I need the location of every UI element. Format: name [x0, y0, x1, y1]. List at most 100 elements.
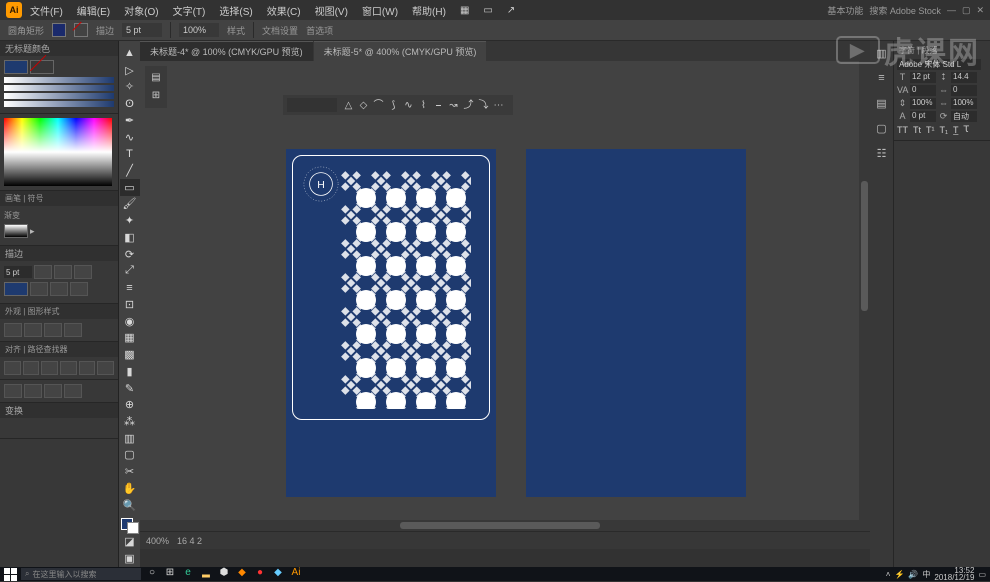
- curve8-icon[interactable]: ⤴: [461, 98, 476, 113]
- kerning-field[interactable]: 0: [910, 85, 936, 96]
- floating-curvature-bar[interactable]: △ ◇ ⌒ ⟆ ∿ ⌇ ⎯ ↝ ⤴ ⤵ ⋯: [283, 95, 513, 115]
- menu-window[interactable]: 窗口(W): [356, 1, 404, 20]
- style-label[interactable]: 样式: [227, 24, 245, 37]
- taskview-icon[interactable]: ⊞: [163, 567, 177, 581]
- join-miter[interactable]: [30, 282, 48, 296]
- menu-view[interactable]: 视图(V): [309, 1, 354, 20]
- stroke-fill[interactable]: [4, 282, 28, 296]
- curve9-icon[interactable]: ⤵: [476, 98, 491, 113]
- rotate-tool-icon[interactable]: ⟳: [120, 246, 140, 263]
- gradient-preview[interactable]: [4, 224, 28, 238]
- menu-effect[interactable]: 效果(C): [261, 1, 307, 20]
- edge-icon[interactable]: e: [181, 567, 195, 581]
- magic-wand-tool-icon[interactable]: ✧: [120, 78, 140, 95]
- curve4-icon[interactable]: ∿: [401, 98, 416, 113]
- selection-tool-icon[interactable]: ▲: [120, 45, 140, 62]
- zoom-field[interactable]: 400%: [146, 536, 169, 546]
- vertical-scrollbar[interactable]: [859, 61, 870, 531]
- opacity-field[interactable]: 100%: [179, 23, 219, 37]
- triangle-icon[interactable]: ▸: [30, 226, 35, 237]
- scale-tool-icon[interactable]: ⤢: [120, 263, 140, 280]
- rotate-field[interactable]: 自动: [951, 111, 977, 122]
- intersect-icon[interactable]: [44, 384, 62, 398]
- artboard-1[interactable]: H: [286, 149, 496, 497]
- menu-file[interactable]: 文件(F): [24, 1, 69, 20]
- screen-mode-icon[interactable]: ▣: [120, 550, 140, 567]
- doc-setup-button[interactable]: 文档设置: [262, 24, 298, 37]
- type-tool-icon[interactable]: T: [120, 145, 140, 162]
- assets-icon[interactable]: ☷: [874, 147, 890, 163]
- window-close-icon[interactable]: ✕: [976, 5, 984, 16]
- menu-help[interactable]: 帮助(H): [406, 1, 452, 20]
- brush-tool-icon[interactable]: 🖌: [120, 196, 140, 213]
- stroke-swatch[interactable]: [74, 23, 88, 37]
- hscale-field[interactable]: 100%: [951, 98, 977, 109]
- curve5-icon[interactable]: ⌇: [416, 98, 431, 113]
- stroke-chip[interactable]: [30, 60, 54, 74]
- notifications-icon[interactable]: ▭: [978, 570, 986, 579]
- strike-icon[interactable]: Ꚍ: [964, 124, 970, 135]
- stroke-weight-field[interactable]: 5 pt: [122, 23, 162, 37]
- app2-icon[interactable]: ●: [253, 567, 267, 581]
- curve3-icon[interactable]: ⟆: [386, 98, 401, 113]
- stock-search[interactable]: 搜索 Adobe Stock: [869, 4, 941, 17]
- anchor-icon[interactable]: △: [341, 98, 356, 113]
- shaper-tool-icon[interactable]: ✦: [120, 212, 140, 229]
- align-right-icon[interactable]: [41, 361, 58, 375]
- fx2[interactable]: [24, 323, 42, 337]
- float-icon-1[interactable]: ▤: [145, 69, 167, 87]
- start-button[interactable]: [4, 568, 17, 581]
- artboard-tool-icon[interactable]: ▢: [120, 447, 140, 464]
- subscript-icon[interactable]: T₁: [940, 125, 949, 135]
- curve1-icon[interactable]: ◇: [356, 98, 371, 113]
- horizontal-scrollbar[interactable]: [140, 520, 859, 531]
- menu-select[interactable]: 选择(S): [213, 1, 258, 20]
- workspace-label[interactable]: 基本功能: [827, 4, 863, 17]
- taskbar-search[interactable]: ⌕ 在这里输入以搜索: [21, 568, 141, 580]
- gradient-tool-icon[interactable]: ▮: [120, 363, 140, 380]
- stroke-panel-header[interactable]: 描边: [0, 246, 118, 261]
- rectangle-tool-icon[interactable]: ▭: [120, 179, 140, 196]
- font-size-field[interactable]: 12 pt: [910, 72, 936, 83]
- cap-round[interactable]: [54, 265, 72, 279]
- align-hcenter-icon[interactable]: [23, 361, 40, 375]
- tab-doc1[interactable]: 未标题-4* @ 100% (CMYK/GPU 预览): [140, 41, 313, 61]
- hand-tool-icon[interactable]: ✋: [120, 480, 140, 497]
- layers-icon[interactable]: ▤: [874, 97, 890, 113]
- mesh-tool-icon[interactable]: ▩: [120, 346, 140, 363]
- brush-tab[interactable]: 画笔 | 符号: [5, 193, 44, 204]
- free-transform-icon[interactable]: ⊡: [120, 296, 140, 313]
- color-mode-icon[interactable]: ◪: [120, 534, 140, 551]
- panel-color-header[interactable]: 无标题颜色: [0, 41, 118, 56]
- align-left-icon[interactable]: [4, 361, 21, 375]
- fx3[interactable]: [44, 323, 62, 337]
- zoom-tool-icon[interactable]: 🔍: [120, 497, 140, 514]
- cap-butt[interactable]: [34, 265, 52, 279]
- artboard-2[interactable]: [526, 149, 746, 497]
- cap-square[interactable]: [74, 265, 92, 279]
- transform-header[interactable]: 变换: [0, 403, 118, 418]
- artboards-icon[interactable]: ▢: [874, 122, 890, 138]
- symbol-spray-icon[interactable]: ⁂: [120, 413, 140, 430]
- tt-small-icon[interactable]: Tt: [913, 125, 921, 135]
- line-tool-icon[interactable]: ╱: [120, 162, 140, 179]
- menu-type[interactable]: 文字(T): [167, 1, 212, 20]
- unite-icon[interactable]: [4, 384, 22, 398]
- minus-icon[interactable]: [24, 384, 42, 398]
- curve2-icon[interactable]: ⌒: [371, 98, 386, 113]
- superscript-icon[interactable]: T¹: [926, 125, 935, 135]
- tray-vol-icon[interactable]: 🔊: [908, 570, 918, 579]
- tt-caps-icon[interactable]: TT: [897, 125, 908, 135]
- join-bevel[interactable]: [70, 282, 88, 296]
- window-min-icon[interactable]: —: [947, 5, 956, 15]
- tray-net-icon[interactable]: ⚡: [894, 570, 904, 579]
- leading-field[interactable]: 14.4: [951, 72, 977, 83]
- cortana-icon[interactable]: ○: [145, 567, 159, 581]
- tray-up-icon[interactable]: ˄: [886, 570, 891, 579]
- exclude-icon[interactable]: [64, 384, 82, 398]
- graph-tool-icon[interactable]: ▥: [120, 430, 140, 447]
- menu-object[interactable]: 对象(O): [118, 1, 164, 20]
- tab-doc2[interactable]: 未标题-5* @ 400% (CMYK/GPU 预览): [314, 41, 487, 61]
- join-round[interactable]: [50, 282, 68, 296]
- align-tab[interactable]: 对齐 | 路径查找器: [5, 344, 68, 355]
